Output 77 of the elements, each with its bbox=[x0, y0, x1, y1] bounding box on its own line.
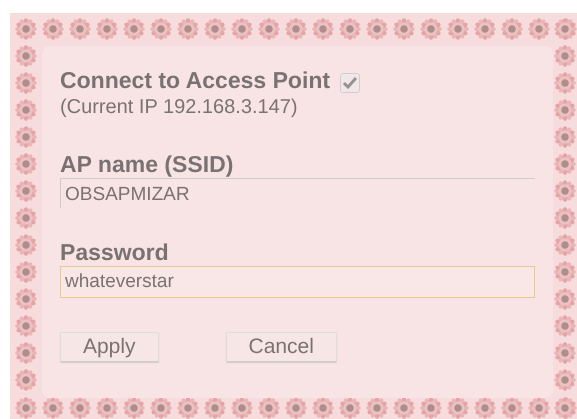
flower-drawing bbox=[528, 397, 550, 419]
flower-drawing bbox=[204, 397, 226, 419]
field-label: Password bbox=[60, 238, 170, 266]
flower-drawing bbox=[123, 18, 145, 40]
flower-drawing bbox=[554, 153, 576, 175]
flower-drawing bbox=[528, 18, 550, 40]
flower-drawing bbox=[312, 18, 334, 40]
flower-drawing bbox=[15, 342, 37, 364]
flower-drawing bbox=[15, 126, 37, 148]
input-field[interactable]: whateverstar bbox=[60, 266, 535, 298]
flower-drawing bbox=[501, 18, 523, 40]
flower-drawing bbox=[554, 369, 576, 391]
flower-drawing bbox=[501, 397, 523, 419]
current-ip-text: (Current IP 192.168.3.147) bbox=[60, 95, 299, 120]
flower-drawing bbox=[420, 397, 442, 419]
flower-drawing bbox=[15, 315, 37, 337]
flower-drawing bbox=[177, 397, 199, 419]
flower-drawing bbox=[15, 72, 37, 94]
flower-drawing bbox=[231, 18, 253, 40]
flower-drawing bbox=[554, 126, 576, 148]
flower-drawing bbox=[554, 180, 576, 202]
input-field[interactable]: OBSAPMIZAR bbox=[60, 178, 535, 208]
flower-drawing bbox=[42, 18, 64, 40]
flower-drawing bbox=[554, 18, 576, 40]
flower-drawing bbox=[554, 315, 576, 337]
flower-drawing bbox=[554, 261, 576, 283]
flower-drawing bbox=[231, 397, 253, 419]
flower-drawing bbox=[69, 18, 91, 40]
flower-drawing bbox=[554, 234, 576, 256]
flower-drawing bbox=[366, 18, 388, 40]
flower-drawing bbox=[96, 397, 118, 419]
flower-drawing bbox=[42, 397, 64, 419]
flower-drawing bbox=[447, 18, 469, 40]
flower-drawing bbox=[15, 18, 37, 40]
flower-drawing bbox=[15, 45, 37, 67]
cancel-button[interactable]: Cancel bbox=[226, 332, 337, 362]
flower-drawing bbox=[15, 369, 37, 391]
flower-drawing bbox=[393, 18, 415, 40]
flower-drawing bbox=[15, 99, 37, 121]
dialog-title: Connect to Access Point bbox=[60, 66, 330, 94]
flower-drawing bbox=[15, 207, 37, 229]
flower-drawing bbox=[554, 45, 576, 67]
flower-drawing bbox=[312, 397, 334, 419]
flower-drawing bbox=[554, 288, 576, 310]
flower-drawing bbox=[258, 397, 280, 419]
flower-drawing bbox=[554, 72, 576, 94]
flower-drawing bbox=[447, 397, 469, 419]
flower-drawing bbox=[554, 342, 576, 364]
flower-drawing bbox=[474, 18, 496, 40]
connect-checkbox[interactable] bbox=[340, 73, 360, 93]
flower-drawing bbox=[285, 18, 307, 40]
apply-button[interactable]: Apply bbox=[60, 332, 159, 362]
flower-drawing bbox=[420, 18, 442, 40]
field-label: AP name (SSID) bbox=[60, 150, 234, 178]
flower-drawing bbox=[15, 234, 37, 256]
flower-drawing bbox=[150, 397, 172, 419]
flower-drawing bbox=[258, 18, 280, 40]
flower-drawing bbox=[554, 99, 576, 121]
flower-drawing bbox=[123, 397, 145, 419]
flower-drawing bbox=[15, 397, 37, 419]
flower-drawing bbox=[204, 18, 226, 40]
flower-drawing bbox=[177, 18, 199, 40]
flower-drawing bbox=[554, 207, 576, 229]
flower-drawing bbox=[150, 18, 172, 40]
flower-drawing bbox=[15, 261, 37, 283]
flower-drawing bbox=[285, 397, 307, 419]
flower-drawing bbox=[15, 288, 37, 310]
flower-drawing bbox=[339, 397, 361, 419]
flower-drawing bbox=[96, 18, 118, 40]
flower-drawing bbox=[366, 397, 388, 419]
flower-drawing bbox=[474, 397, 496, 419]
flower-drawing bbox=[15, 153, 37, 175]
flower-drawing bbox=[15, 180, 37, 202]
flower-drawing bbox=[339, 18, 361, 40]
flower-drawing bbox=[393, 397, 415, 419]
flower-drawing bbox=[554, 397, 576, 419]
flower-drawing bbox=[69, 397, 91, 419]
